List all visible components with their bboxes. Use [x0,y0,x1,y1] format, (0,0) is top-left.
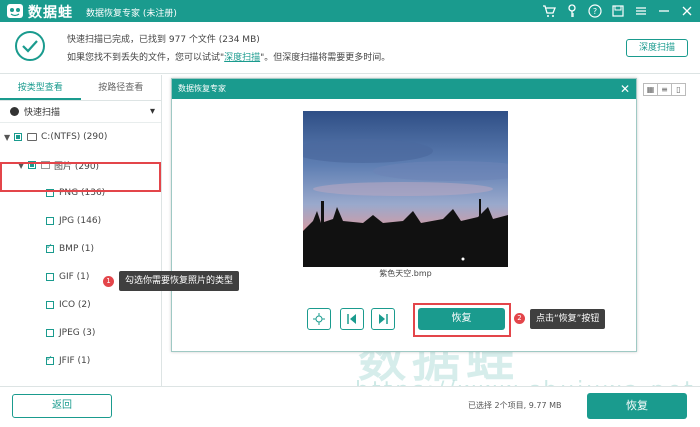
grid-view-icon[interactable]: ▦ [643,83,658,96]
app-name: 数据蛙 [28,5,73,21]
tree-item-ico[interactable]: ICO (2) [0,291,161,319]
scan-status-panel: 快速扫描已完成，已找到 977 个文件 (234 MB) 如果您找不到丢失的文件… [0,22,700,74]
tree-item-label: ICO (2) [59,300,91,310]
app-logo [6,3,24,19]
close-icon[interactable] [677,2,696,20]
title-bar: 数据蛙 数据恢复专家 (未注册) ? [0,0,700,22]
preview-image [303,111,508,267]
previous-file-button[interactable] [340,308,364,330]
tree-item-label: PNG (136) [59,188,106,198]
tree-item-label: BMP (1) [59,244,94,254]
fit-view-button[interactable] [307,308,331,330]
step-two-callout: 点击“恢复”按钮 [530,309,606,329]
detail-view-icon[interactable]: ▯ [671,83,686,96]
expand-arrow-icon[interactable]: ▼ [4,133,14,142]
menu-icon[interactable] [631,2,650,20]
deep-scan-button[interactable]: 深度扫描 [626,39,688,57]
tree-item-bmp[interactable]: BMP (1) [0,235,161,263]
drive-checkbox[interactable] [14,133,22,141]
tab-by-type[interactable]: 按类型查看 [0,75,81,100]
picture-folder-icon [41,161,50,169]
sidebar: 按类型查看 按路径查看 快速扫描 ▾ ▼ C:(NTFS) (290) ▼ 图片… [0,75,162,386]
quickscan-label: 快速扫描 [24,108,61,118]
ico-checkbox[interactable] [46,301,54,309]
deep-scan-link[interactable]: 深度扫描 [224,53,260,63]
step-one-badge: 1 [103,276,114,287]
hint-suffix: "。但深度扫描将需要更多时间。 [260,53,391,63]
tree-item-jpg[interactable]: JPG (146) [0,207,161,235]
scan-result-text: 快速扫描已完成，已找到 977 个文件 (234 MB) [67,35,260,45]
dialog-title: 数据恢复专家 [178,84,226,93]
tree-item-jfif[interactable]: JFIF (1) [0,347,161,375]
list-view-icon[interactable]: ≡ [657,83,672,96]
frog-logo-icon [7,4,23,18]
dialog-title-bar: 数据恢复专家 ✕ [172,79,636,99]
dialog-close-icon[interactable]: ✕ [620,79,630,99]
svg-text:?: ? [592,7,596,16]
drive-icon [27,133,37,141]
tab-by-path[interactable]: 按路径查看 [81,75,162,100]
dialog-restore-button[interactable]: 恢复 [418,308,505,330]
gif-checkbox[interactable] [46,273,54,281]
png-checkbox[interactable] [46,189,54,197]
next-icon [379,314,388,324]
tree-item-drive[interactable]: ▼ C:(NTFS) (290) [0,123,161,151]
help-icon[interactable]: ? [585,2,604,20]
key-icon[interactable] [562,2,581,20]
tree-item-label: JFIF (1) [59,356,91,366]
tree-item-png[interactable]: PNG (136) [0,179,161,207]
back-button[interactable]: 返回 [12,394,112,418]
expand-arrow-icon[interactable]: ▼ [18,161,28,170]
deep-scan-hint: 如果您找不到丢失的文件，您可以试试"深度扫描"。但深度扫描将需要更多时间。 [67,50,390,63]
next-file-button[interactable] [371,308,395,330]
tree-item-pictures[interactable]: ▼ 图片 (290) [0,151,161,179]
step-two-badge: 2 [514,313,525,324]
check-circle-icon [15,31,45,61]
cart-icon[interactable] [539,2,558,20]
chevron-down-icon: ▾ [149,106,155,117]
save-icon[interactable] [608,2,627,20]
view-mode-switcher: ▦ ≡ ▯ [643,83,686,96]
tree-item-label: 图片 (290) [54,161,100,172]
quickscan-dropdown[interactable]: 快速扫描 ▾ [0,101,161,123]
minimize-icon[interactable] [654,2,673,20]
bottom-bar: 返回 已选择 2个项目, 9.77 MB 恢复 [0,386,700,427]
app-subtitle: 数据恢复专家 (未注册) [86,9,177,19]
sky-photo [303,111,508,267]
restore-button[interactable]: 恢复 [587,393,687,419]
jpeg-checkbox[interactable] [46,329,54,337]
crosshair-icon [313,313,325,325]
tree-item-label: C:(NTFS) (290) [41,132,108,142]
bmp-checkbox[interactable] [46,242,54,253]
tree-item-label: JPEG (3) [59,328,96,338]
preview-file-name: 紫色天空.bmp [379,269,432,278]
tree-item-label: GIF (1) [59,272,90,282]
hint-prefix: 如果您找不到丢失的文件，您可以试试" [67,53,225,63]
jpg-checkbox[interactable] [46,217,54,225]
step-one-callout: 勾选你需要恢复照片的类型 [119,271,240,291]
previous-icon [347,314,356,324]
tree-item-jpeg[interactable]: JPEG (3) [0,319,161,347]
scan-status-dot-icon [10,107,19,116]
tree-item-label: JPG (146) [59,216,102,226]
pictures-checkbox[interactable] [28,161,36,169]
jfif-checkbox[interactable] [46,354,54,365]
selection-summary: 已选择 2个项目, 9.77 MB [468,401,562,410]
